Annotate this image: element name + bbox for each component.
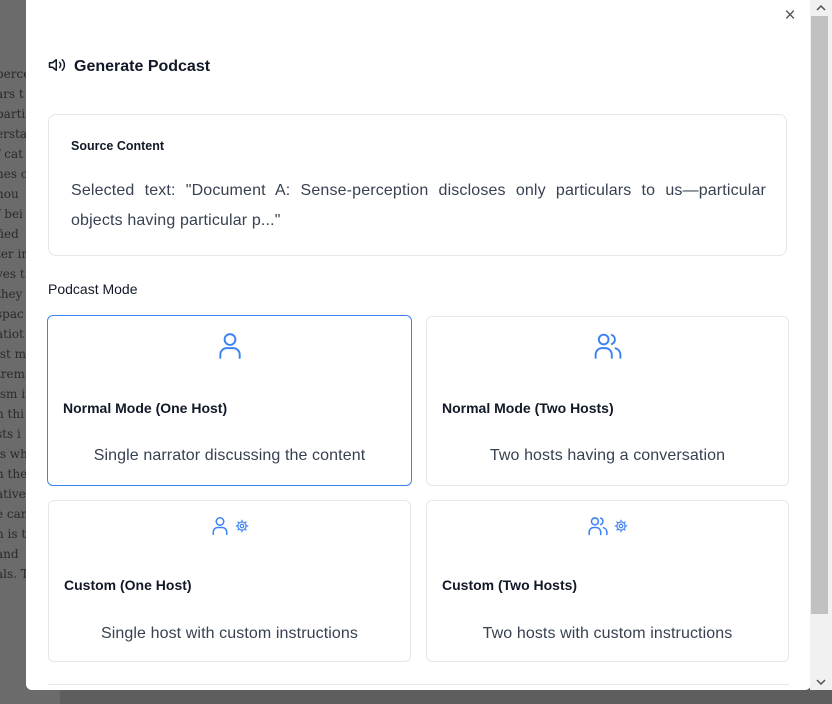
mode-option-normal-one-host[interactable]: Normal Mode (One Host) Single narrator d… [47,315,412,486]
mode-title: Custom (One Host) [64,577,192,593]
background-text-line: nes c [0,167,28,181]
background-text-line: h thi [0,407,24,421]
mode-description: Two hosts with custom instructions [482,625,733,642]
background-text-line: ves t [0,267,25,281]
background-text-line: sts i [0,427,21,441]
footer-divider [48,684,789,685]
background-text-line: ist m [0,347,27,361]
scrollbar-thumb[interactable] [811,16,828,614]
background-text-line: ter in [0,247,30,261]
mode-description: Single host with custom instructions [100,625,359,642]
user-gear-icon [49,516,410,536]
background-text-line: trem [0,367,26,381]
background-text-line: n is t [0,527,27,541]
background-text-line: spac [0,307,24,321]
source-content-text: Selected text: "Document A: Sense-percep… [71,182,766,229]
scroll-up-arrow-icon[interactable] [810,0,832,16]
dialog-header: Generate Podcast [48,56,210,78]
mode-title: Custom (Two Hosts) [442,577,578,593]
mode-description: Two hosts having a conversation [489,447,726,464]
users-gear-icon [427,516,788,536]
source-content-label: Source Content [71,139,165,153]
background-text-line: f cat [0,147,23,161]
background-text-line: ars t [0,87,24,101]
podcast-mode-label: Podcast Mode [48,281,138,297]
user-icon [48,332,411,360]
users-icon [427,332,788,360]
mode-description: Single narrator discussing the content [93,447,366,464]
background-text-line: ism i [0,387,26,401]
speaker-icon [48,56,66,79]
source-content-card: Source Content Selected text: "Document … [48,114,787,256]
background-text-line: ative [0,487,26,501]
background-text-line: is wh [0,447,28,461]
background-text-line: f bei [0,207,23,221]
mode-title: Normal Mode (One Host) [63,400,228,416]
dialog-title: Generate Podcast [74,58,211,75]
mode-option-normal-two-hosts[interactable]: Normal Mode (Two Hosts) Two hosts having… [426,316,789,486]
mode-title: Normal Mode (Two Hosts) [442,400,614,416]
background-text-line: atiot [0,327,24,341]
background-text-line: n the [0,467,28,481]
background-text-line: e can [0,507,29,521]
scroll-down-arrow-icon[interactable] [810,674,832,690]
close-button[interactable]: × [780,5,800,27]
background-text-line: als. T [0,567,29,581]
mode-option-custom-two-hosts[interactable]: Custom (Two Hosts) Two hosts with custom… [426,500,789,662]
background-text-line: ersta [0,127,27,141]
mode-option-custom-one-host[interactable]: Custom (One Host) Single host with custo… [48,500,411,662]
dialog-scrollbar[interactable] [810,0,832,690]
generate-podcast-dialog: × Generate Podcast Source Content Select… [26,0,811,690]
background-text-line: fied [0,227,19,241]
background-text-line: hou [0,187,19,201]
background-text-line: they [0,287,23,301]
background-text-line: and [0,547,19,561]
